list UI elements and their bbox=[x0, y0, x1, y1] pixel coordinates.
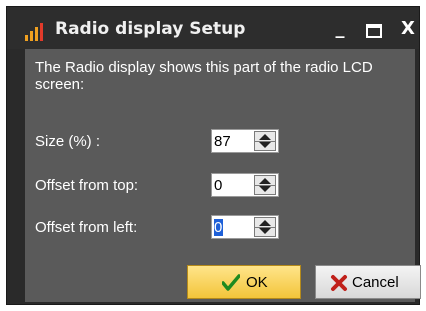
size-label: Size (%) : bbox=[35, 133, 101, 150]
offset-top-label: Offset from top: bbox=[35, 177, 139, 194]
size-spinner[interactable] bbox=[211, 129, 279, 153]
spin-down-icon[interactable] bbox=[259, 142, 271, 148]
size-input[interactable] bbox=[214, 132, 248, 150]
offset-left-label: Offset from left: bbox=[35, 219, 138, 236]
offset-top-spin-arrows[interactable] bbox=[254, 175, 276, 195]
ok-button[interactable]: OK bbox=[187, 265, 301, 299]
minimize-button[interactable]: _ bbox=[327, 17, 353, 41]
offset-left-spin-arrows[interactable] bbox=[254, 217, 276, 237]
size-spin-arrows[interactable] bbox=[254, 131, 276, 151]
maximize-button[interactable] bbox=[361, 17, 387, 41]
cancel-label: Cancel bbox=[352, 274, 399, 291]
ok-label: OK bbox=[246, 274, 268, 291]
description-text: The Radio display shows this part of the… bbox=[35, 59, 373, 93]
spin-down-icon[interactable] bbox=[259, 228, 271, 234]
signal-bars-icon bbox=[25, 23, 43, 41]
offset-left-input[interactable] bbox=[214, 218, 248, 236]
cross-icon bbox=[331, 275, 347, 291]
offset-left-spinner[interactable] bbox=[211, 215, 279, 239]
title-bar[interactable]: Radio display Setup _ X bbox=[7, 7, 419, 49]
dialog-body: The Radio display shows this part of the… bbox=[25, 49, 421, 302]
maximize-icon bbox=[366, 24, 382, 38]
spin-down-icon[interactable] bbox=[259, 186, 271, 192]
close-button[interactable]: X bbox=[395, 17, 421, 41]
dialog-window: Radio display Setup _ X The Radio displa… bbox=[6, 6, 421, 305]
spin-up-icon[interactable] bbox=[259, 134, 271, 140]
offset-top-input[interactable] bbox=[214, 176, 248, 194]
cancel-button[interactable]: Cancel bbox=[315, 265, 421, 299]
window-title: Radio display Setup bbox=[55, 19, 246, 39]
check-icon bbox=[222, 274, 240, 291]
spin-up-icon[interactable] bbox=[259, 178, 271, 184]
spin-up-icon[interactable] bbox=[259, 220, 271, 226]
offset-top-spinner[interactable] bbox=[211, 173, 279, 197]
